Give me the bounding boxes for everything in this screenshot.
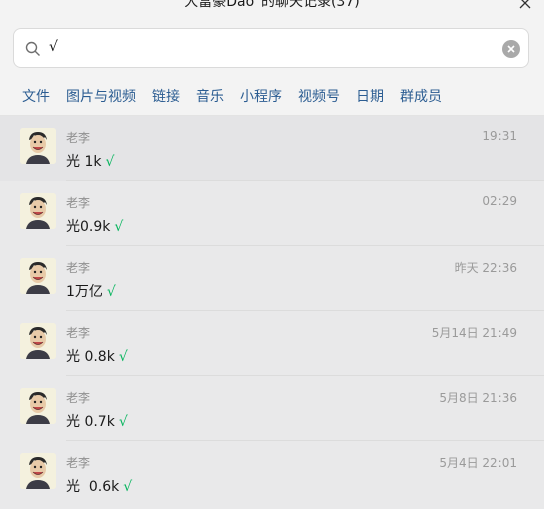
window-titlebar: 大富豪Dao”的聊天记录(37) (0, 0, 544, 22)
filter-bar: 文件 图片与视频 链接 音乐 小程序 视频号 日期 群成员 (22, 87, 458, 107)
avatar[interactable] (20, 128, 56, 164)
sender-name: 老李 (66, 131, 91, 145)
sender-name: 老李 (66, 326, 91, 340)
message-time: 5月14日 21:49 (431, 326, 517, 340)
clear-icon[interactable] (502, 40, 520, 58)
list-item[interactable]: 老李 5月8日 21:36 光 0.7k √ (0, 376, 544, 441)
message-text: 光 1k √ (66, 151, 114, 171)
message-time: 19:31 (482, 129, 517, 143)
list-item[interactable]: 老李 昨天 22:36 1万亿 √ (0, 246, 544, 311)
message-body: 光 0.7k (66, 414, 115, 430)
list-item[interactable]: 老李 5月4日 22:01 光 0.6k √ (0, 441, 544, 506)
search-match: √ (118, 414, 128, 430)
message-body: 光0.9k (66, 219, 111, 235)
message-body: 光 0.6k (66, 479, 120, 495)
message-text: 光 0.7k √ (66, 411, 128, 431)
message-time: 5月4日 22:01 (439, 456, 517, 470)
filter-group-members[interactable]: 群成员 (400, 87, 442, 107)
close-icon[interactable] (518, 0, 532, 10)
message-text: 光 0.8k √ (66, 346, 128, 366)
message-time: 5月8日 21:36 (439, 391, 517, 405)
message-text: 1万亿 √ (66, 281, 116, 301)
list-item[interactable]: 老李 02:29 光0.9k √ (0, 181, 544, 246)
avatar[interactable] (20, 258, 56, 294)
sender-name: 老李 (66, 261, 91, 275)
message-text: 光0.9k √ (66, 216, 123, 236)
avatar[interactable] (20, 193, 56, 229)
search-match: √ (123, 479, 133, 495)
search-match: √ (114, 219, 124, 235)
message-body: 光 1k (66, 154, 102, 170)
result-list: 老李 19:31 光 1k √ 老李 02:29 光0.9k √ 老李 昨天 2… (0, 116, 544, 509)
sender-name: 老李 (66, 196, 91, 210)
search-match: √ (106, 284, 116, 300)
filter-links[interactable]: 链接 (152, 87, 180, 107)
search-input[interactable]: √ (49, 39, 58, 55)
filter-files[interactable]: 文件 (22, 87, 50, 107)
list-item[interactable]: 老李 19:31 光 1k √ (0, 116, 544, 181)
message-body: 光 0.8k (66, 349, 115, 365)
message-time: 昨天 22:36 (454, 261, 517, 275)
message-text: 光 0.6k √ (66, 476, 132, 496)
sender-name: 老李 (66, 456, 91, 470)
avatar[interactable] (20, 453, 56, 489)
list-item[interactable]: 老李 5月14日 21:49 光 0.8k √ (0, 311, 544, 376)
search-box[interactable]: √ (13, 28, 529, 68)
message-body: 1万亿 (66, 284, 103, 300)
filter-date[interactable]: 日期 (356, 87, 384, 107)
search-match: √ (105, 154, 115, 170)
search-match: √ (118, 349, 128, 365)
filter-music[interactable]: 音乐 (196, 87, 224, 107)
filter-mini-programs[interactable]: 小程序 (240, 87, 282, 107)
avatar[interactable] (20, 388, 56, 424)
search-icon (25, 41, 40, 56)
sender-name: 老李 (66, 391, 91, 405)
message-time: 02:29 (482, 194, 517, 208)
filter-photos-videos[interactable]: 图片与视频 (66, 87, 136, 107)
filter-channels[interactable]: 视频号 (298, 87, 340, 107)
window-title: 大富豪Dao”的聊天记录(37) (184, 0, 360, 10)
avatar[interactable] (20, 323, 56, 359)
